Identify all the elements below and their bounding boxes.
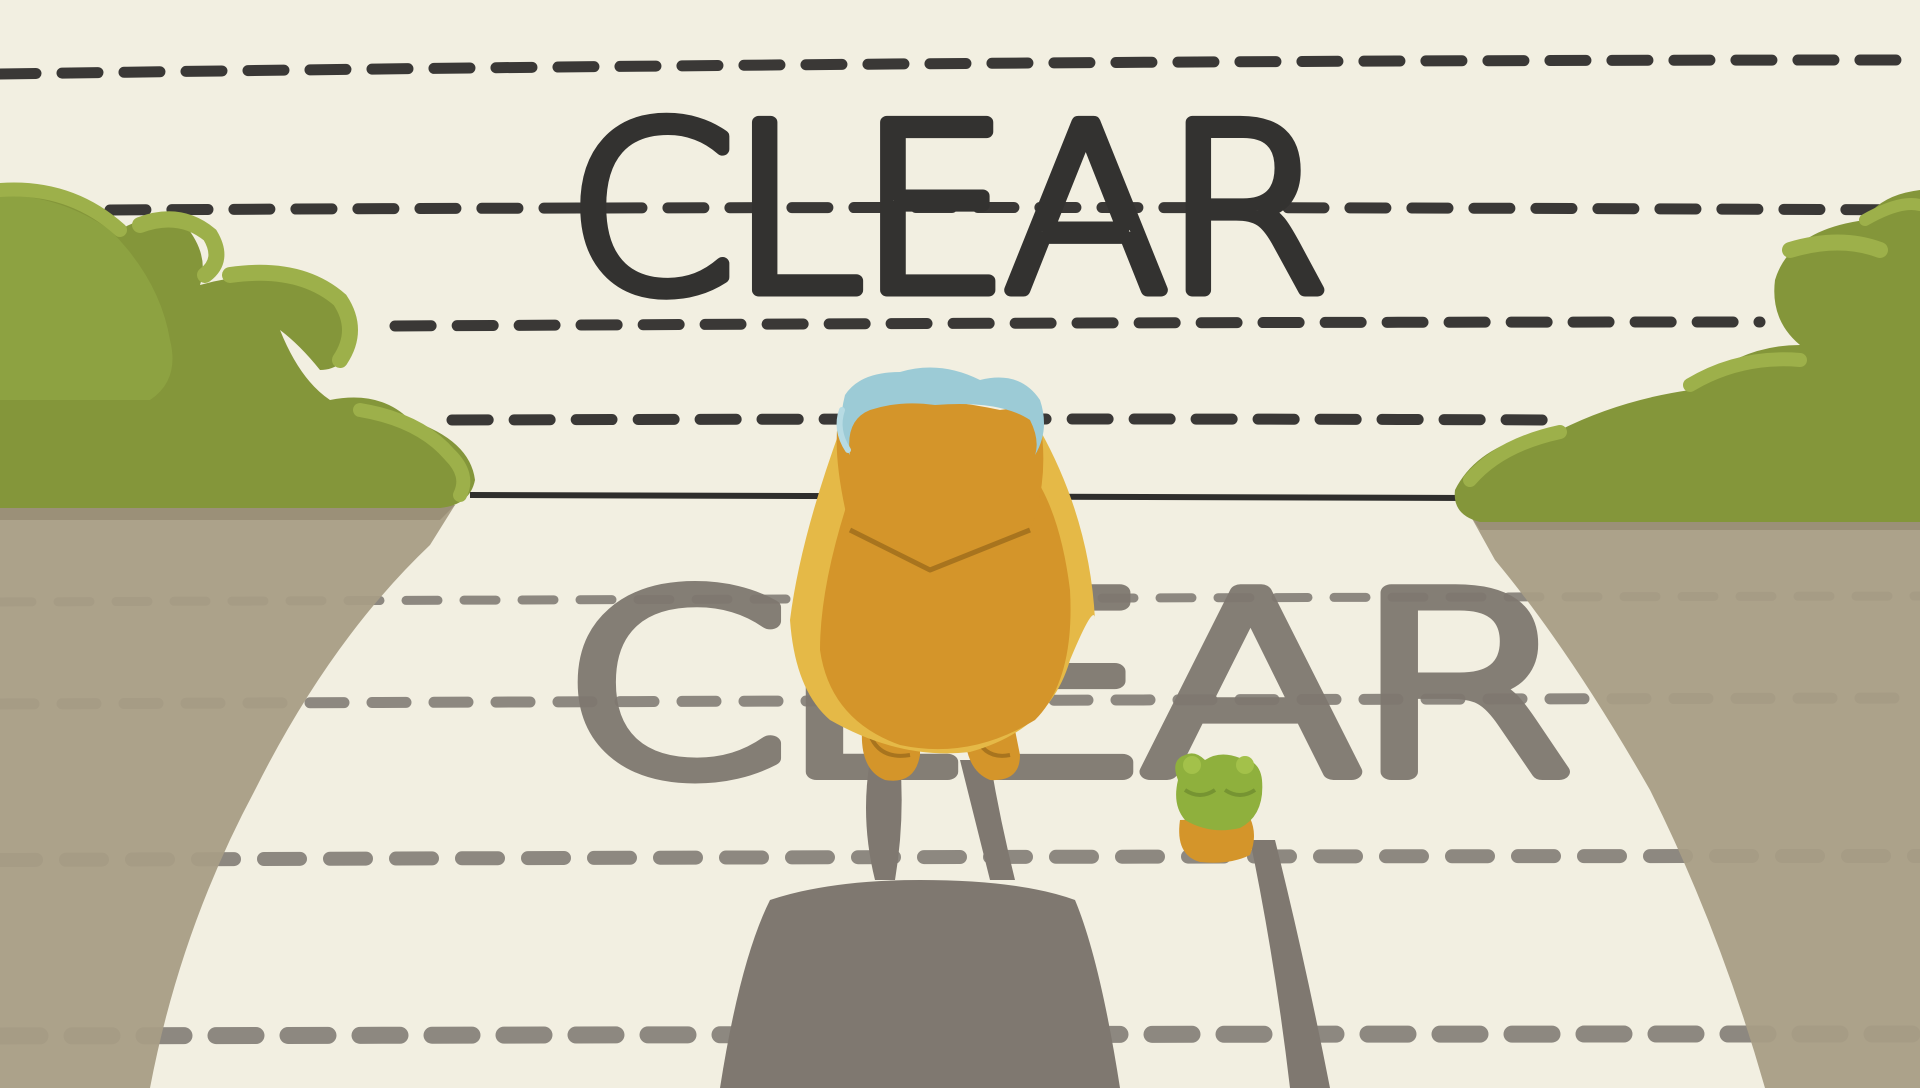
title-clear: CLEAR (567, 76, 1324, 344)
scene-art: CLEAR CLEAR (0, 0, 1920, 1088)
game-scene: CLEAR CLEAR (0, 0, 1920, 1088)
frog-icon (1175, 753, 1263, 863)
